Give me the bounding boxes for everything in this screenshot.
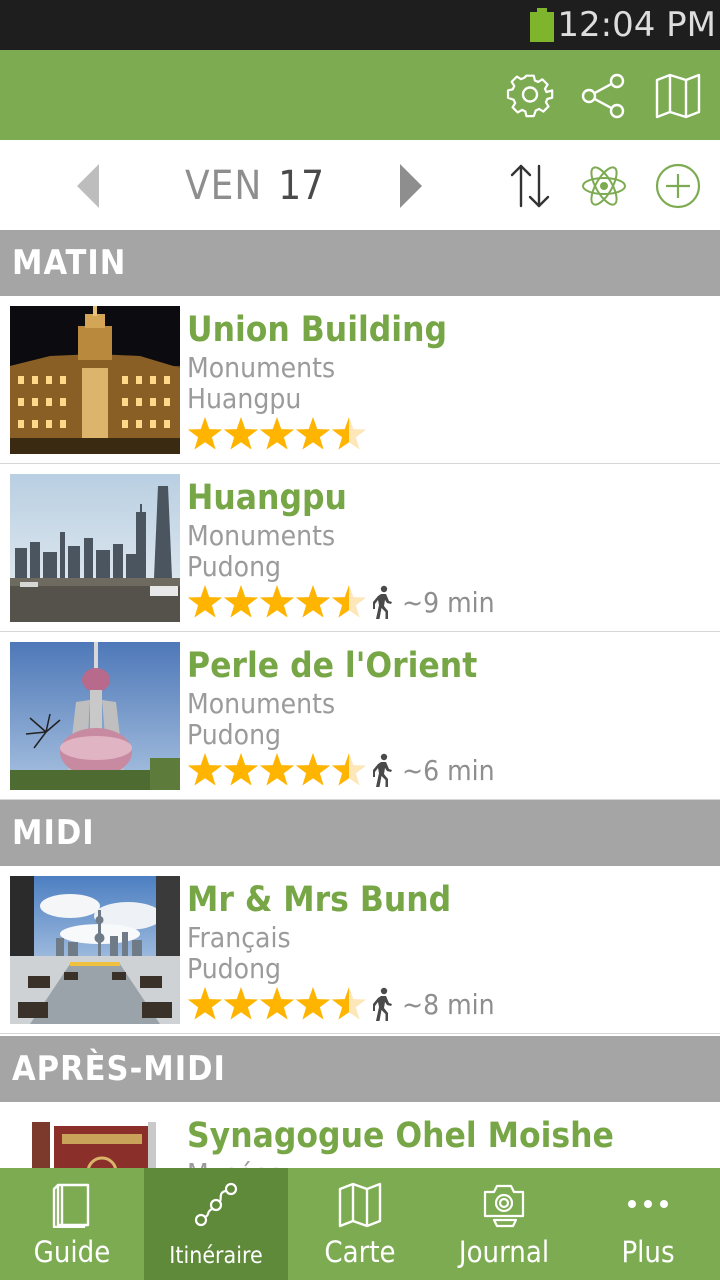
star-icon [187, 585, 223, 618]
star-icon [295, 753, 331, 786]
walking-icon [372, 585, 394, 619]
walking-time: ~8 min [402, 988, 495, 1021]
place-category: Français [187, 921, 291, 954]
map-icon [338, 1182, 382, 1228]
star-icon [259, 417, 295, 450]
rating-stars [187, 584, 367, 620]
section-header-afternoon: APRÈS-MIDI [0, 1036, 720, 1102]
walking-icon [372, 987, 394, 1021]
section-title: MIDI [12, 813, 95, 853]
rating-stars [187, 986, 367, 1022]
place-title: Synagogue Ohel Moishe [187, 1116, 614, 1156]
tab-carte[interactable]: Carte [288, 1168, 432, 1280]
star-icon [295, 417, 331, 450]
rating-stars [187, 752, 367, 788]
walking-icon [372, 753, 394, 787]
section-header-noon: MIDI [0, 800, 720, 866]
star-icon [223, 585, 259, 618]
section-title: APRÈS-MIDI [12, 1049, 226, 1089]
bottom-navigation: Guide Itinéraire Carte Journal Plus [0, 1168, 720, 1280]
sort-icon[interactable] [506, 162, 554, 210]
place-area: Pudong [187, 550, 282, 583]
place-category: Monuments [187, 351, 336, 384]
section-title: MATIN [12, 243, 127, 283]
tab-label: Carte [324, 1235, 396, 1269]
day-number: 17 [278, 163, 325, 209]
share-icon[interactable] [580, 72, 628, 120]
place-title: Perle de l'Orient [187, 646, 478, 686]
place-photo [10, 642, 180, 790]
star-icon [259, 753, 295, 786]
place-title: Huangpu [187, 478, 347, 518]
book-icon [50, 1182, 94, 1229]
place-title: Mr & Mrs Bund [187, 880, 452, 920]
day-name: VEN [185, 163, 263, 209]
star-icon [331, 753, 367, 786]
place-area: Pudong [187, 952, 282, 985]
star-icon [259, 585, 295, 618]
gear-icon[interactable] [506, 72, 554, 120]
day-navigator: VEN 17 [0, 140, 720, 230]
tab-label: Plus [621, 1235, 675, 1269]
star-icon [295, 987, 331, 1020]
list-item[interactable]: Mr & Mrs Bund Français Pudong ~8 min [0, 866, 720, 1034]
star-icon [187, 987, 223, 1020]
next-day-arrow-icon[interactable] [397, 164, 427, 208]
previous-day-arrow-icon[interactable] [75, 164, 105, 208]
more-icon [626, 1182, 670, 1228]
status-time: 12:04 PM [557, 5, 716, 45]
tab-journal[interactable]: Journal [432, 1168, 576, 1280]
star-icon [331, 987, 367, 1020]
list-item[interactable]: Perle de l'Orient Monuments Pudong ~6 mi… [0, 632, 720, 800]
app-bar [0, 50, 720, 140]
tab-plus[interactable]: Plus [576, 1168, 720, 1280]
rating-stars [187, 416, 367, 452]
star-icon [259, 987, 295, 1020]
status-bar: 12:04 PM [0, 0, 720, 50]
place-photo [10, 876, 180, 1024]
star-icon [187, 417, 223, 450]
star-icon [223, 753, 259, 786]
place-category: Monuments [187, 687, 336, 720]
atom-icon[interactable] [580, 162, 628, 210]
star-icon [223, 417, 259, 450]
star-icon [331, 585, 367, 618]
tab-label: Guide [33, 1235, 111, 1269]
current-day: VEN 17 [185, 158, 324, 214]
route-icon [194, 1182, 238, 1228]
list-item[interactable]: Huangpu Monuments Pudong ~9 min [0, 464, 720, 632]
star-icon [223, 987, 259, 1020]
tab-guide[interactable]: Guide [0, 1168, 144, 1280]
star-icon [295, 585, 331, 618]
tab-itineraire[interactable]: Itinéraire [144, 1168, 288, 1280]
section-header-morning: MATIN [0, 230, 720, 296]
tab-label: Journal [458, 1235, 550, 1269]
camera-icon [482, 1182, 526, 1228]
place-photo [10, 474, 180, 622]
place-area: Pudong [187, 718, 282, 751]
place-area: Huangpu [187, 382, 302, 415]
place-title: Union Building [187, 310, 448, 350]
walking-time: ~9 min [402, 586, 495, 619]
tab-label: Itinéraire [169, 1243, 263, 1269]
star-icon [187, 753, 223, 786]
place-photo [10, 306, 180, 454]
walking-time: ~6 min [402, 754, 495, 787]
map-icon[interactable] [654, 72, 702, 120]
battery-icon [530, 8, 554, 42]
list-item[interactable]: Union Building Monuments Huangpu [0, 296, 720, 464]
place-category: Monuments [187, 519, 336, 552]
star-icon [331, 417, 367, 450]
add-icon[interactable] [654, 162, 702, 210]
